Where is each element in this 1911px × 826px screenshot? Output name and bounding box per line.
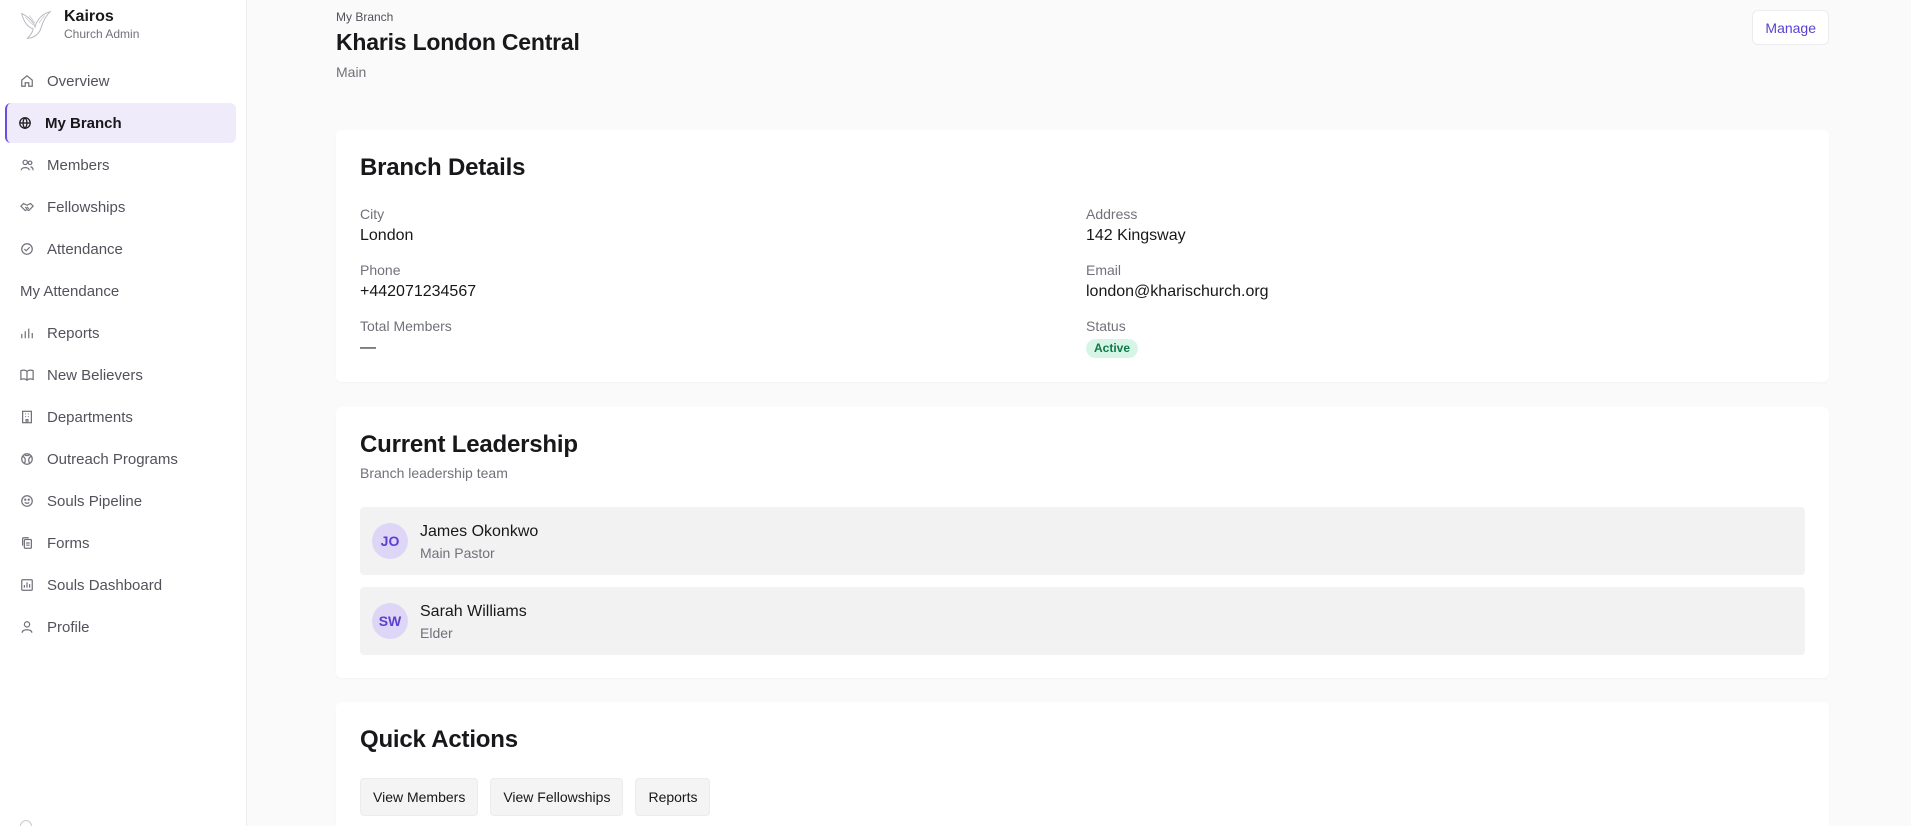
sidebar-item-label: My Branch bbox=[45, 114, 122, 132]
sidebar-nav: Overview My Branch Members Fellowships A… bbox=[0, 61, 246, 647]
bar-chart-icon bbox=[20, 326, 34, 340]
field-label: Status bbox=[1086, 318, 1126, 334]
breadcrumb: My Branch bbox=[336, 10, 394, 24]
avatar: SW bbox=[372, 603, 408, 639]
sidebar-item-label: My Attendance bbox=[20, 282, 120, 300]
dove-logo-icon bbox=[20, 10, 52, 39]
avatar: JO bbox=[372, 523, 408, 559]
sidebar-item-label: Reports bbox=[47, 324, 100, 342]
details-grid: City London Address 142 Kingsway Phone +… bbox=[360, 206, 1805, 358]
sidebar-item-label: Outreach Programs bbox=[47, 450, 178, 468]
sidebar-item-label: Souls Pipeline bbox=[47, 492, 143, 510]
sidebar-item-reports[interactable]: Reports bbox=[5, 313, 236, 353]
field-phone: Phone +442071234567 bbox=[360, 262, 1086, 302]
sidebar-item-label: Profile bbox=[47, 618, 90, 636]
view-members-button[interactable]: View Members bbox=[360, 778, 479, 816]
handshake-icon bbox=[20, 200, 34, 214]
sidebar-item-label: Members bbox=[47, 156, 110, 174]
sidebar-item-label: Attendance bbox=[47, 240, 123, 258]
field-label: Phone bbox=[360, 262, 401, 278]
sidebar-item-attendance[interactable]: Attendance bbox=[5, 229, 236, 269]
leader-name: Sarah Williams bbox=[420, 602, 527, 620]
leadership-card: Current Leadership Branch leadership tea… bbox=[336, 407, 1829, 678]
sidebar-item-label: Overview bbox=[47, 72, 110, 90]
field-value: 142 Kingsway bbox=[1086, 227, 1186, 244]
main-content: My Branch Kharis London Central Main Man… bbox=[247, 0, 1911, 826]
sidebar-item-outreach-programs[interactable]: Outreach Programs bbox=[5, 439, 236, 479]
sidebar-item-my-branch[interactable]: My Branch bbox=[5, 103, 236, 143]
sidebar-item-label: Forms bbox=[47, 534, 90, 552]
users-icon bbox=[20, 158, 34, 172]
brand-subtitle: Church Admin bbox=[64, 27, 140, 41]
smile-icon bbox=[20, 494, 34, 508]
globe-icon bbox=[18, 116, 32, 130]
check-circle-icon bbox=[20, 242, 34, 256]
leader-row[interactable]: SW Sarah Williams Elder bbox=[360, 587, 1805, 655]
field-label: Email bbox=[1086, 262, 1122, 278]
copy-icon bbox=[20, 536, 34, 550]
view-fellowships-button[interactable]: View Fellowships bbox=[490, 778, 624, 816]
reports-button[interactable]: Reports bbox=[635, 778, 711, 816]
field-total-members: Total Members — bbox=[360, 318, 1086, 358]
field-label: Total Members bbox=[360, 318, 452, 334]
field-label: Address bbox=[1086, 206, 1138, 222]
leadership-description: Branch leadership team bbox=[360, 465, 508, 481]
field-email: Email london@kharischurch.org bbox=[1086, 262, 1805, 302]
leader-role: Main Pastor bbox=[420, 544, 495, 561]
branch-details-title: Branch Details bbox=[360, 154, 526, 181]
quick-actions-title: Quick Actions bbox=[360, 726, 518, 753]
field-label: City bbox=[360, 206, 385, 222]
chart-square-icon bbox=[20, 578, 34, 592]
field-status: Status Active bbox=[1086, 318, 1805, 358]
sidebar-item-departments[interactable]: Departments bbox=[5, 397, 236, 437]
page-header: My Branch Kharis London Central Main Man… bbox=[336, 0, 1829, 130]
page-subtitle: Main bbox=[336, 64, 367, 80]
sidebar-item-souls-pipeline[interactable]: Souls Pipeline bbox=[5, 481, 236, 521]
field-value: +442071234567 bbox=[360, 283, 477, 300]
manage-button[interactable]: Manage bbox=[1752, 10, 1829, 45]
home-icon bbox=[20, 74, 34, 88]
globe-alt-icon bbox=[20, 452, 34, 466]
user-icon bbox=[20, 620, 34, 634]
leader-row[interactable]: JO James Okonkwo Main Pastor bbox=[360, 507, 1805, 575]
quick-actions-row: View Members View Fellowships Reports bbox=[360, 778, 1805, 816]
sidebar-item-new-believers[interactable]: New Believers bbox=[5, 355, 236, 395]
sidebar-item-overview[interactable]: Overview bbox=[5, 61, 236, 101]
sidebar-item-members[interactable]: Members bbox=[5, 145, 236, 185]
app-shell: Kairos Church Admin Overview My Branch M… bbox=[0, 0, 1911, 826]
leader-name: James Okonkwo bbox=[420, 522, 539, 540]
brand-title: Kairos bbox=[64, 8, 114, 25]
sidebar-item-label: Souls Dashboard bbox=[47, 576, 163, 594]
branch-details-card: Branch Details City London Address 142 K… bbox=[336, 130, 1829, 382]
leadership-title: Current Leadership bbox=[360, 431, 578, 458]
sidebar-item-label: New Believers bbox=[47, 366, 143, 384]
brand[interactable]: Kairos Church Admin bbox=[0, 0, 246, 46]
field-value: — bbox=[360, 339, 376, 356]
status-badge: Active bbox=[1086, 339, 1139, 358]
user-menu-icon[interactable] bbox=[20, 820, 32, 826]
sidebar-item-my-attendance[interactable]: My Attendance bbox=[5, 271, 236, 311]
sidebar-item-label: Fellowships bbox=[47, 198, 126, 216]
field-address: Address 142 Kingsway bbox=[1086, 206, 1805, 246]
leader-role: Elder bbox=[420, 624, 453, 641]
field-value: London bbox=[360, 227, 414, 244]
sidebar-item-profile[interactable]: Profile bbox=[5, 607, 236, 647]
sidebar-item-forms[interactable]: Forms bbox=[5, 523, 236, 563]
page-title: Kharis London Central bbox=[336, 29, 580, 55]
sidebar: Kairos Church Admin Overview My Branch M… bbox=[0, 0, 247, 826]
sidebar-item-fellowships[interactable]: Fellowships bbox=[5, 187, 236, 227]
leader-list: JO James Okonkwo Main Pastor SW Sarah Wi… bbox=[360, 507, 1805, 655]
sidebar-item-label: Departments bbox=[47, 408, 133, 426]
book-open-icon bbox=[20, 368, 34, 382]
sidebar-item-souls-dashboard[interactable]: Souls Dashboard bbox=[5, 565, 236, 605]
building-icon bbox=[20, 410, 34, 424]
quick-actions-card: Quick Actions View Members View Fellowsh… bbox=[336, 702, 1829, 826]
field-city: City London bbox=[360, 206, 1086, 246]
field-value: london@kharischurch.org bbox=[1086, 283, 1269, 300]
